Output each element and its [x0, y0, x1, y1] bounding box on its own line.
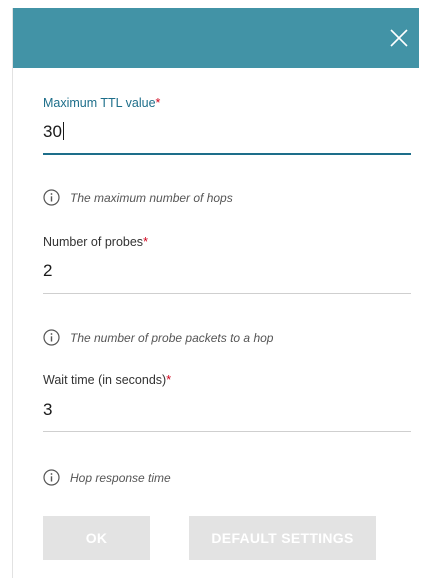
dialog-header: [13, 8, 419, 68]
probes-label: Number of probes*: [43, 235, 148, 249]
default-settings-button[interactable]: DEFAULT SETTINGS: [189, 516, 376, 560]
max-ttl-value: 30: [43, 122, 62, 141]
info-icon: [43, 469, 60, 486]
max-ttl-label-text: Maximum TTL value: [43, 96, 156, 110]
required-mark: *: [155, 96, 161, 110]
required-mark: *: [166, 373, 172, 387]
required-mark: *: [143, 235, 148, 249]
max-ttl-hint-text: The maximum number of hops: [70, 190, 233, 205]
probes-hint-text: The number of probe packets to a hop: [70, 330, 274, 345]
probes-label-text: Number of probes: [43, 235, 144, 249]
max-ttl-underline: [43, 153, 411, 155]
max-ttl-input[interactable]: 30: [43, 122, 411, 142]
text-caret: [62, 122, 64, 140]
wait-time-hint-text: Hop response time: [70, 470, 171, 485]
traceroute-settings-dialog: Maximum TTL value* 30 The maximum number…: [12, 8, 419, 578]
probes-value: 2: [43, 261, 53, 280]
info-icon: [43, 329, 60, 346]
wait-time-value: 3: [43, 400, 53, 419]
probes-input[interactable]: 2: [43, 261, 411, 281]
wait-time-hint: Hop response time: [43, 469, 171, 486]
ok-button[interactable]: OK: [43, 516, 150, 560]
max-ttl-label: Maximum TTL value*: [43, 96, 160, 110]
wait-time-label: Wait time (in seconds)*: [43, 373, 171, 387]
wait-time-label-text: Wait time (in seconds): [43, 373, 167, 387]
probes-underline: [43, 293, 411, 294]
probes-hint: The number of probe packets to a hop: [43, 329, 273, 346]
wait-time-input[interactable]: 3: [43, 400, 411, 420]
close-icon[interactable]: [389, 28, 409, 48]
info-icon: [43, 189, 60, 206]
max-ttl-hint: The maximum number of hops: [43, 189, 233, 206]
wait-time-underline: [43, 431, 411, 432]
